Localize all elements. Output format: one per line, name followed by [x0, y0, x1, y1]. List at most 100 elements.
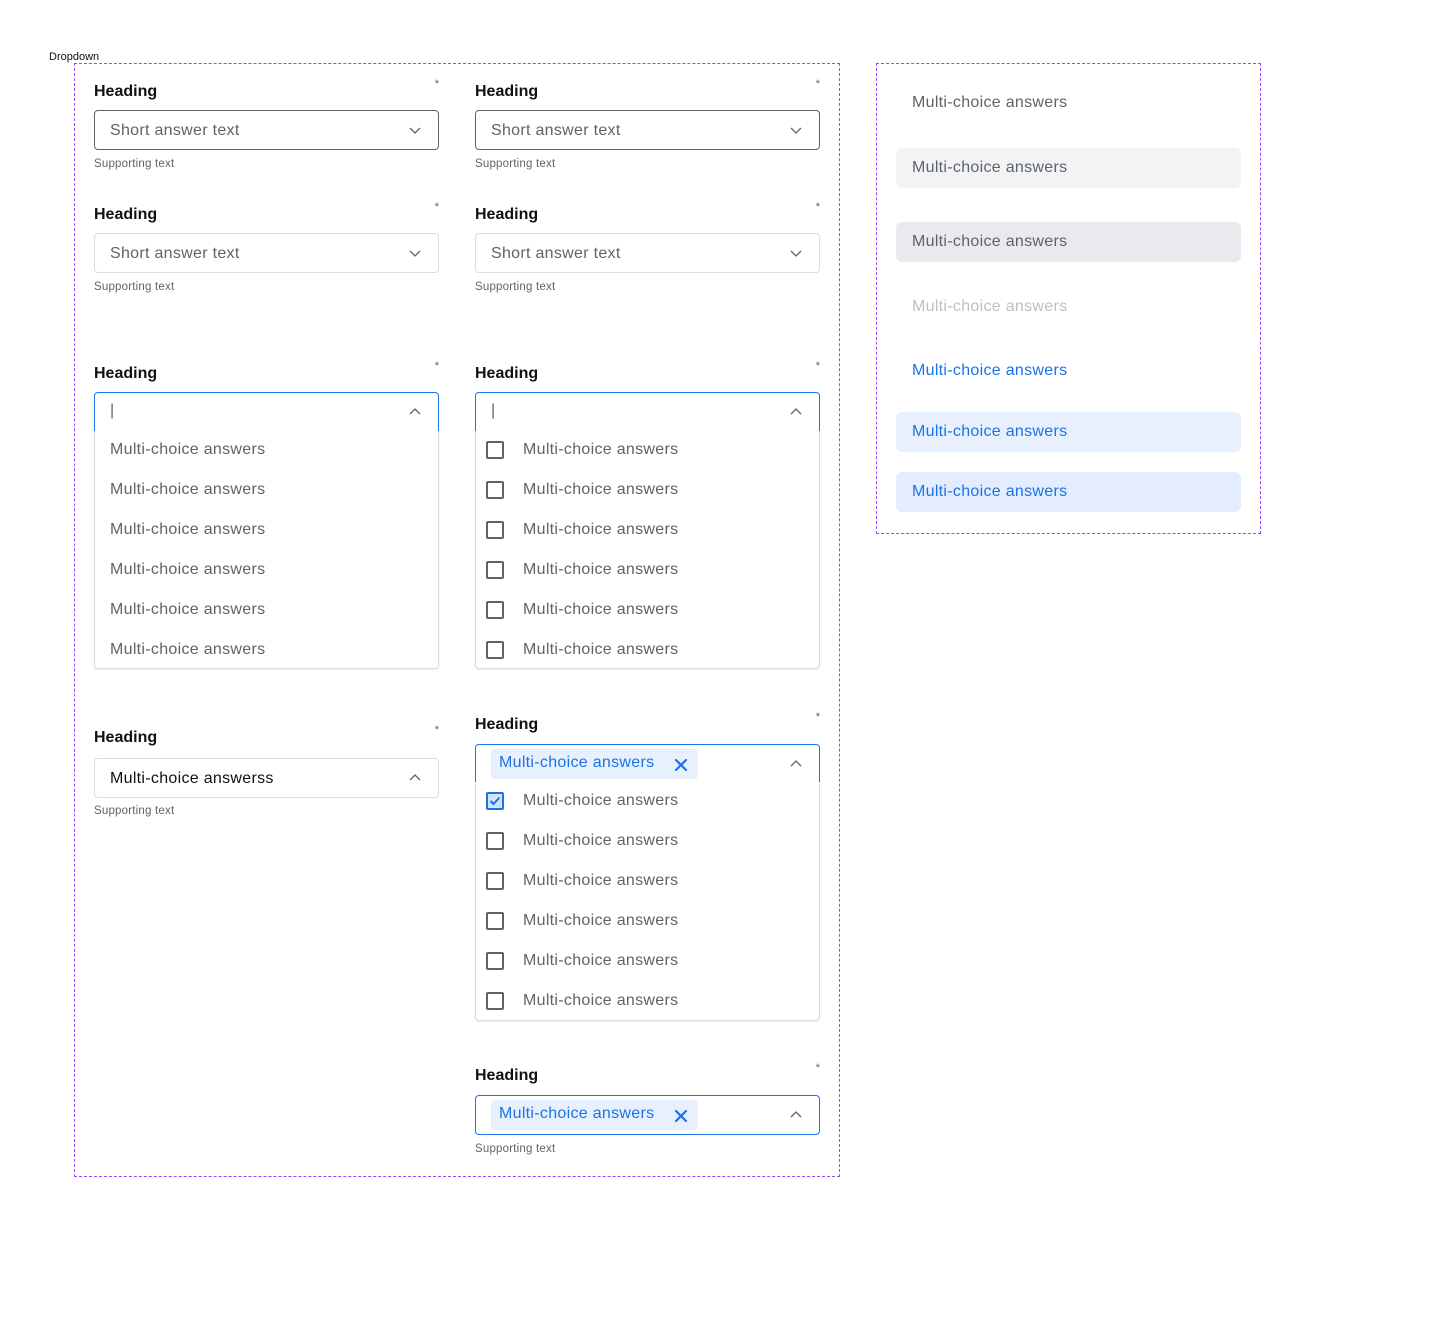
menu-option[interactable]: Multi-choice answers: [95, 471, 438, 511]
checkbox[interactable]: [486, 441, 504, 459]
option-label: Multi-choice answers: [110, 481, 266, 498]
option-states: Multi-choice answers Multi-choice answer…: [877, 64, 1260, 533]
checkbox-checked[interactable]: [486, 792, 504, 810]
dropdown-menu: Multi-choice answers Multi-choice answer…: [475, 431, 820, 669]
field-heading: Heading: [94, 729, 158, 746]
close-icon[interactable]: [674, 758, 688, 772]
menu-option-checkbox[interactable]: Multi-choice answers: [476, 822, 819, 862]
dropdown-select[interactable]: Short answer text: [475, 110, 820, 150]
checkbox[interactable]: [486, 521, 504, 539]
option-label: Multi-choice answers: [523, 441, 679, 458]
chevron-up-icon: [409, 408, 421, 415]
menu-option[interactable]: Multi-choice answers: [95, 591, 438, 631]
chevron-down-icon: [409, 127, 421, 134]
menu-option-checkbox[interactable]: Multi-choice answers: [476, 782, 819, 822]
option-state-selected-pressed[interactable]: Multi-choice answers: [896, 472, 1241, 512]
menu-option-checkbox[interactable]: Multi-choice answers: [476, 511, 819, 551]
option-label: Multi-choice answers: [912, 298, 1068, 315]
text-cursor: |: [491, 402, 496, 419]
menu-option-checkbox[interactable]: Multi-choice answers: [476, 591, 819, 631]
option-state-hover[interactable]: Multi-choice answers: [896, 148, 1241, 188]
option-state-pressed[interactable]: Multi-choice answers: [896, 222, 1241, 262]
menu-option-checkbox[interactable]: Multi-choice answers: [476, 551, 819, 591]
text-cursor: |: [110, 402, 115, 419]
checkbox[interactable]: [486, 481, 504, 499]
checkbox[interactable]: [486, 952, 504, 970]
option-label: Multi-choice answers: [523, 521, 679, 538]
chevron-up-icon: [790, 1111, 802, 1118]
menu-option[interactable]: Multi-choice answers: [95, 431, 438, 471]
option-label: Multi-choice answers: [110, 521, 266, 538]
dropdown-select[interactable]: Multi-choice answers: [475, 744, 820, 783]
option-state-selected-hover[interactable]: Multi-choice answers: [896, 412, 1241, 452]
menu-option-checkbox[interactable]: Multi-choice answers: [476, 942, 819, 982]
option-label: Multi-choice answers: [912, 159, 1068, 176]
checkbox[interactable]: [486, 872, 504, 890]
required-marker: *: [815, 360, 820, 372]
checkbox[interactable]: [486, 832, 504, 850]
option-label: Multi-choice answers: [523, 792, 679, 809]
close-icon[interactable]: [674, 1109, 688, 1123]
dropdown-value: Short answer text: [110, 245, 240, 262]
dropdown-value: Short answer text: [491, 245, 621, 262]
option-state-selected[interactable]: Multi-choice answers: [896, 351, 1241, 391]
checkbox[interactable]: [486, 601, 504, 619]
chip-label: Multi-choice answers: [499, 754, 655, 771]
required-marker: *: [434, 201, 439, 213]
dropdown-select[interactable]: Short answer text: [94, 110, 439, 150]
option-state-default[interactable]: Multi-choice answers: [896, 83, 1241, 123]
option-label: Multi-choice answers: [523, 952, 679, 969]
menu-option-checkbox[interactable]: Multi-choice answers: [476, 471, 819, 511]
menu-option-checkbox[interactable]: Multi-choice answers: [476, 862, 819, 902]
dropdown-select[interactable]: Short answer text: [94, 233, 439, 273]
dropdown-select[interactable]: Multi-choice answers: [475, 1095, 820, 1135]
option-label: Multi-choice answers: [912, 423, 1068, 440]
menu-option[interactable]: Multi-choice answers: [95, 631, 438, 671]
option-label: Multi-choice answers: [110, 601, 266, 618]
chevron-down-icon: [790, 127, 802, 134]
required-marker: *: [815, 78, 820, 90]
checkbox[interactable]: [486, 912, 504, 930]
required-marker: *: [434, 724, 439, 736]
dropdown-value: Short answer text: [491, 122, 621, 139]
checkbox[interactable]: [486, 561, 504, 579]
dropdown-menu: Multi-choice answers Multi-choice answer…: [475, 782, 820, 1021]
option-label: Multi-choice answers: [523, 832, 679, 849]
option-label: Multi-choice answers: [912, 483, 1068, 500]
checkbox[interactable]: [486, 641, 504, 659]
menu-option-checkbox[interactable]: Multi-choice answers: [476, 631, 819, 671]
frame-label: Dropdown: [49, 51, 100, 63]
menu-option-checkbox[interactable]: Multi-choice answers: [476, 902, 819, 942]
chevron-down-icon: [409, 250, 421, 257]
field-heading: Heading: [475, 83, 539, 100]
chevron-up-icon: [790, 408, 802, 415]
option-state-disabled: Multi-choice answers: [896, 287, 1241, 327]
supporting-text: Supporting text: [475, 158, 556, 170]
required-marker: *: [815, 201, 820, 213]
required-marker: *: [434, 360, 439, 372]
required-marker: *: [434, 78, 439, 90]
field-heading: Heading: [94, 365, 158, 382]
supporting-text: Supporting text: [94, 281, 175, 293]
menu-option-checkbox[interactable]: Multi-choice answers: [476, 982, 819, 1022]
option-label: Multi-choice answers: [523, 641, 679, 658]
field-heading: Heading: [94, 206, 158, 223]
chevron-up-icon: [790, 760, 802, 767]
checkbox-check-icon: [489, 796, 501, 806]
option-label: Multi-choice answers: [523, 992, 679, 1009]
field-heading: Heading: [475, 206, 539, 223]
menu-option[interactable]: Multi-choice answers: [95, 511, 438, 551]
chip-label: Multi-choice answers: [499, 1105, 655, 1122]
option-label: Multi-choice answers: [523, 912, 679, 929]
dropdown-select[interactable]: Multi-choice answerss: [94, 758, 439, 798]
dropdown-select[interactable]: Short answer text: [475, 233, 820, 273]
menu-option-checkbox[interactable]: Multi-choice answers: [476, 431, 819, 471]
chevron-down-icon: [790, 250, 802, 257]
checkbox[interactable]: [486, 992, 504, 1010]
option-label: Multi-choice answers: [912, 94, 1068, 111]
dropdown-value: Multi-choice answerss: [110, 770, 274, 787]
dropdown-search-input[interactable]: |: [475, 392, 820, 432]
menu-option[interactable]: Multi-choice answers: [95, 551, 438, 591]
dropdown-search-input[interactable]: |: [94, 392, 439, 432]
option-label: Multi-choice answers: [523, 481, 679, 498]
